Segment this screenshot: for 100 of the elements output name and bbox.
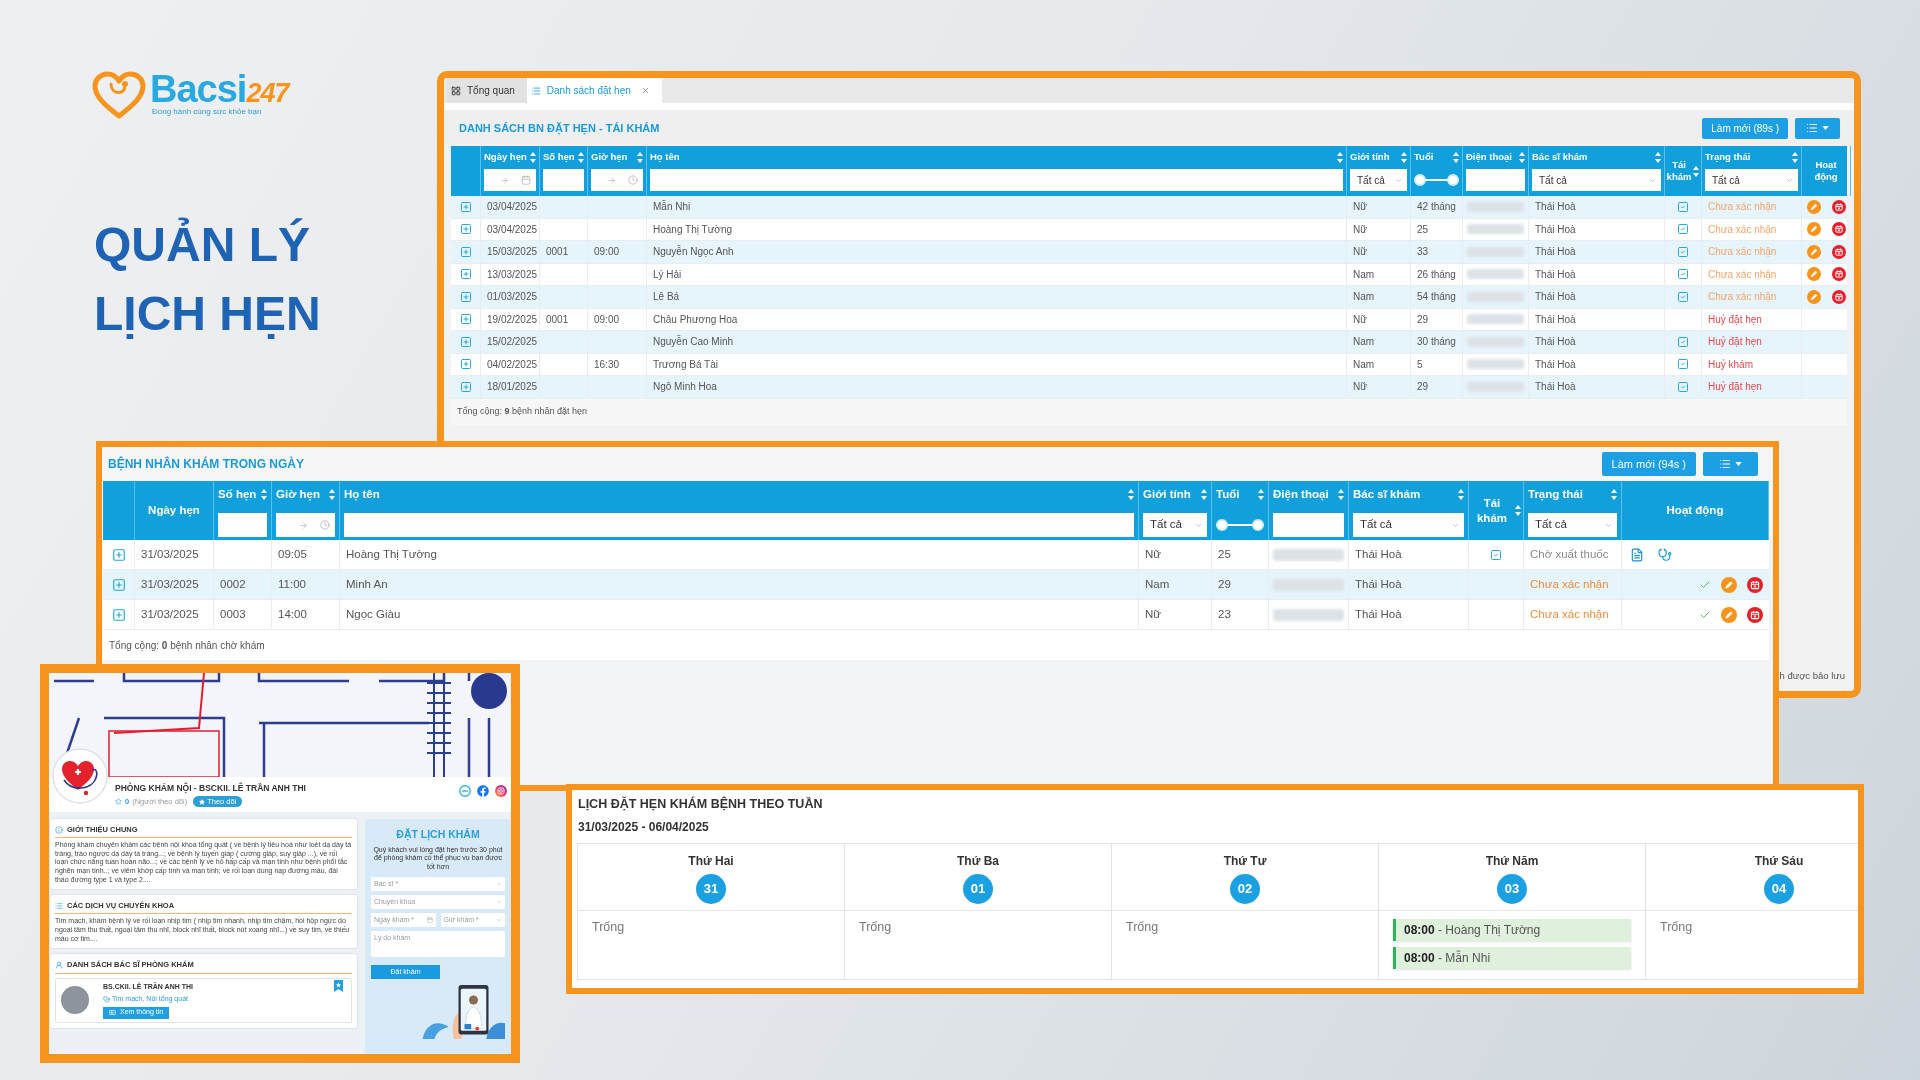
sort-icon[interactable] [1258, 488, 1264, 500]
input-field[interactable] [218, 513, 267, 537]
expand-icon[interactable] [459, 380, 472, 393]
range-slider[interactable] [1216, 519, 1264, 531]
calendar-icon[interactable] [1832, 222, 1846, 237]
column-header[interactable]: Hoạt động [1804, 159, 1848, 183]
column-header[interactable]: Giới tính [1143, 486, 1191, 502]
sort-icon[interactable] [329, 488, 335, 500]
expand-icon[interactable] [459, 268, 472, 281]
column-header[interactable]: Trạng thái [1705, 151, 1751, 163]
column-header[interactable]: Hoạt động [1666, 503, 1724, 518]
sort-icon[interactable] [1792, 151, 1798, 163]
sort-icon[interactable] [1201, 488, 1207, 500]
close-icon[interactable] [640, 86, 650, 95]
clock-icon[interactable] [320, 520, 330, 530]
filter-select[interactable]: Tất cả [1143, 513, 1207, 537]
column-header[interactable]: Điện thoại [1273, 486, 1329, 502]
expand-icon[interactable] [459, 313, 472, 326]
column-header[interactable]: Tuổi [1414, 151, 1434, 163]
document-icon[interactable] [1630, 547, 1644, 562]
sort-icon[interactable] [637, 151, 643, 163]
column-header[interactable]: Trạng thái [1528, 486, 1583, 502]
pencil-icon[interactable] [1721, 576, 1737, 593]
sort-icon[interactable] [1611, 488, 1617, 500]
calendar-icon[interactable] [1832, 267, 1846, 282]
column-header[interactable]: Tái khám [1666, 159, 1692, 183]
column-header[interactable]: Số hẹn [218, 486, 257, 502]
expand-icon[interactable] [459, 245, 472, 258]
sort-icon[interactable] [261, 488, 267, 500]
sort-icon[interactable] [578, 151, 584, 163]
checkbox[interactable] [1677, 245, 1689, 258]
sort-icon[interactable] [1693, 165, 1700, 177]
checkbox[interactable] [1677, 223, 1689, 236]
view-options-button[interactable] [1703, 452, 1758, 476]
column-header[interactable]: Số hẹn [543, 151, 575, 163]
column-header[interactable]: Bác sĩ khám [1532, 151, 1588, 163]
refresh-button[interactable]: Làm mới (89s ) [1702, 117, 1788, 139]
column-header[interactable]: Họ tên [344, 486, 380, 502]
filter-select[interactable]: Tất cả [1350, 169, 1407, 191]
slider-thumb[interactable] [1414, 174, 1426, 186]
pencil-icon[interactable] [1807, 199, 1821, 214]
bookmark-icon[interactable] [334, 979, 343, 992]
column-header[interactable]: Tuổi [1216, 486, 1240, 502]
calendar-icon[interactable] [1747, 576, 1763, 593]
filter-select[interactable]: Tất cả [1532, 169, 1661, 191]
column-header[interactable]: Tái khám [1471, 496, 1513, 525]
sort-icon[interactable] [1401, 151, 1407, 163]
calendar-icon[interactable] [1832, 289, 1846, 304]
facebook-icon[interactable] [477, 784, 489, 797]
checkbox[interactable] [1677, 380, 1689, 393]
column-header[interactable]: Ngày hẹn [484, 151, 527, 163]
sort-icon[interactable] [1655, 151, 1661, 163]
refresh-button[interactable]: Làm mới (94s ) [1601, 452, 1696, 476]
filter-select[interactable]: Tất cả [1528, 513, 1617, 537]
sort-icon[interactable] [1337, 151, 1343, 163]
circle-minus-icon[interactable] [459, 784, 471, 797]
date-range-field[interactable] [484, 169, 536, 191]
input-field[interactable] [650, 169, 1343, 191]
checkbox[interactable] [1677, 335, 1689, 348]
checkbox[interactable] [1677, 358, 1689, 371]
instagram-icon[interactable] [495, 784, 507, 797]
input-field[interactable] [344, 513, 1134, 537]
sort-icon[interactable] [1128, 488, 1134, 500]
expand-icon[interactable] [459, 335, 472, 348]
slider-thumb[interactable] [1216, 519, 1228, 531]
appointment-event[interactable]: 08:00 - Hoàng Thị Tường [1393, 919, 1631, 941]
tab[interactable]: Danh sách đặt hẹn [526, 78, 662, 103]
expand-icon[interactable] [459, 290, 472, 303]
expand-icon[interactable] [459, 200, 472, 213]
column-header[interactable]: Bác sĩ khám [1353, 486, 1421, 502]
checkbox[interactable] [1677, 290, 1689, 303]
checkbox[interactable] [1677, 200, 1689, 213]
expand-icon[interactable] [111, 547, 126, 562]
sort-icon[interactable] [1515, 505, 1521, 516]
calendar-icon[interactable] [521, 175, 531, 185]
column-header[interactable]: Điện thoại [1466, 151, 1512, 163]
expand-icon[interactable] [459, 223, 472, 236]
input-field[interactable] [1273, 513, 1344, 537]
filter-select[interactable]: Tất cả [1353, 513, 1464, 537]
time-range-field[interactable] [591, 169, 643, 191]
column-header[interactable]: Ngày hẹn [148, 503, 200, 518]
input-field[interactable] [543, 169, 584, 191]
time-range-field[interactable] [276, 513, 335, 537]
checkbox[interactable] [1677, 268, 1689, 281]
pencil-icon[interactable] [1807, 244, 1821, 259]
slider-thumb[interactable] [1447, 174, 1459, 186]
tab[interactable]: Tổng quan [447, 78, 527, 103]
sort-icon[interactable] [1458, 488, 1464, 500]
input-field[interactable] [1466, 169, 1525, 191]
sort-icon[interactable] [530, 151, 536, 163]
column-header[interactable]: Giờ hẹn [591, 151, 628, 163]
calendar-icon[interactable] [1747, 606, 1763, 623]
column-header[interactable]: Giới tính [1350, 151, 1390, 163]
expand-icon[interactable] [459, 358, 472, 371]
calendar-icon[interactable] [1832, 244, 1846, 259]
range-slider[interactable] [1414, 174, 1459, 186]
pencil-icon[interactable] [1721, 606, 1737, 623]
expand-icon[interactable] [111, 577, 126, 592]
sort-icon[interactable] [1453, 151, 1459, 163]
pencil-icon[interactable] [1807, 289, 1821, 304]
